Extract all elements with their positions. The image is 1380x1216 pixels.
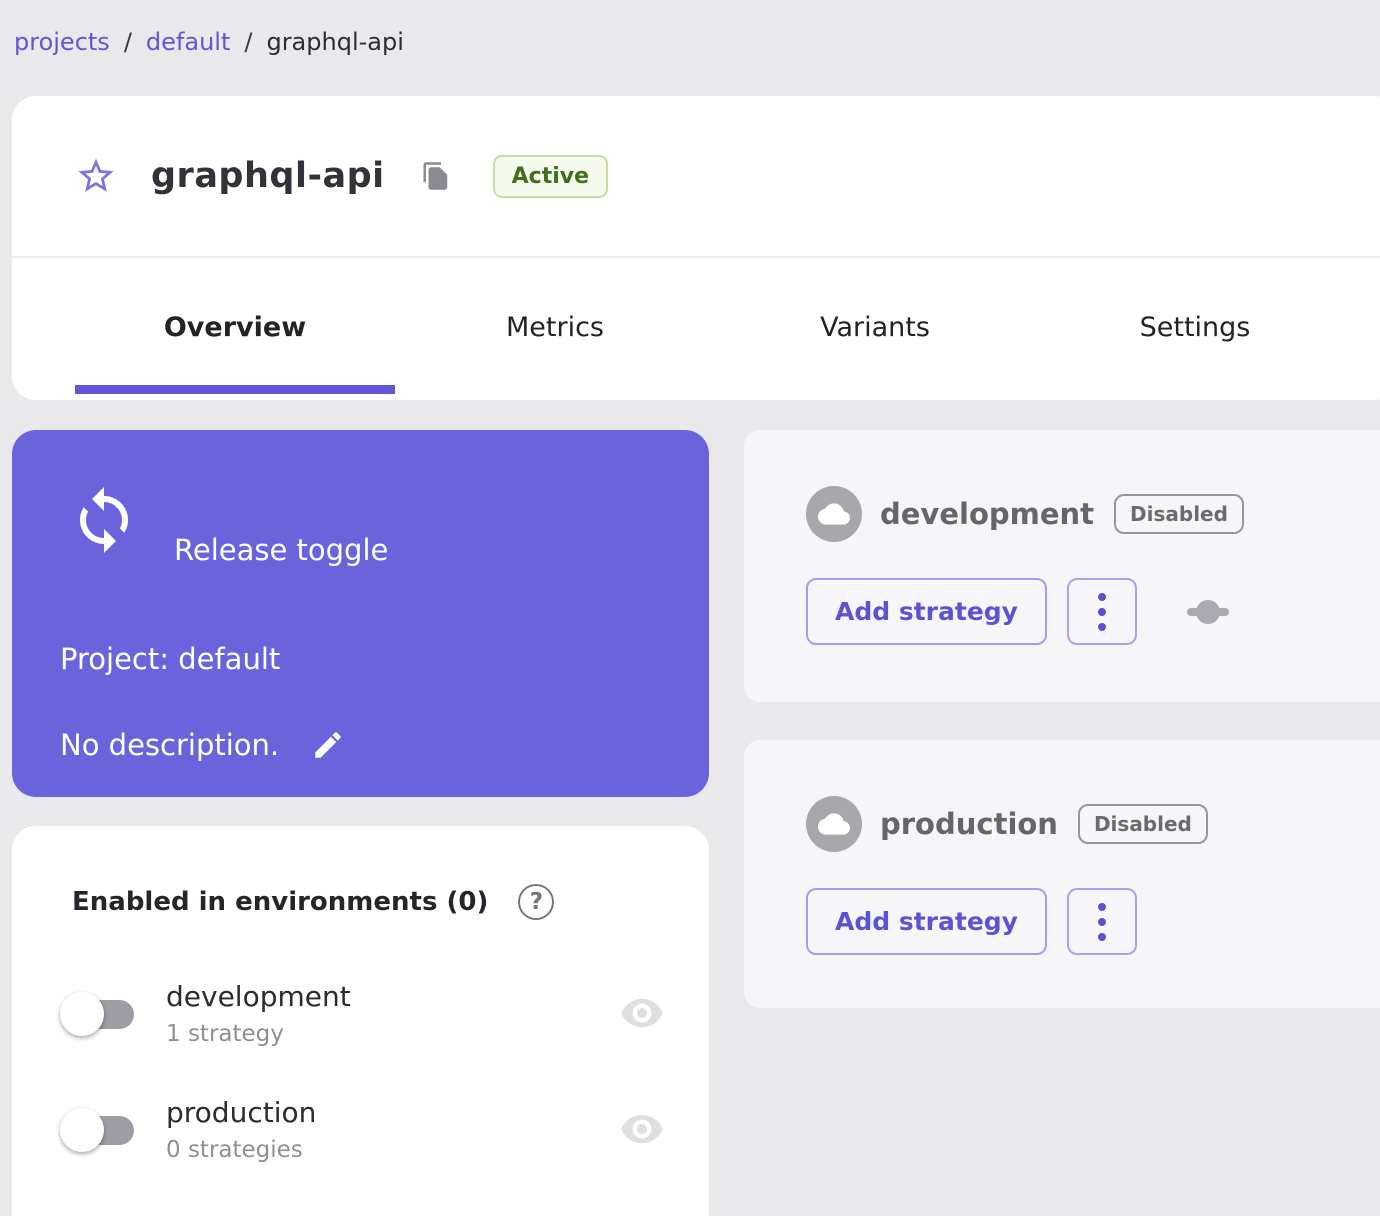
environment-card-development: development Disabled Add strategy	[744, 430, 1380, 702]
feature-title-row: graphql-api Active	[12, 96, 1380, 258]
tab-bar: Overview Metrics Variants Settings	[75, 258, 1355, 396]
development-toggle[interactable]	[60, 990, 144, 1038]
environment-name: production	[166, 1096, 317, 1129]
cloud-environment-icon	[806, 796, 862, 852]
feature-type-label: Release toggle	[174, 533, 389, 567]
release-toggle-loop-icon	[68, 484, 140, 560]
active-tab-indicator	[75, 385, 395, 394]
more-options-kebab-button[interactable]	[1066, 578, 1137, 645]
enabled-environments-title: Enabled in environments (0)	[72, 887, 489, 917]
environment-row-production: production 0 strategies	[60, 1096, 665, 1163]
breadcrumb-projects-link[interactable]: projects	[14, 28, 110, 56]
environment-card-name: production	[880, 807, 1058, 841]
environment-status-badge: Disabled	[1114, 494, 1244, 534]
breadcrumb-separator: /	[123, 28, 132, 56]
environment-strategy-count: 1 strategy	[166, 1021, 284, 1047]
copy-name-icon[interactable]	[421, 161, 451, 191]
breadcrumb-current: graphql-api	[266, 28, 404, 56]
cloud-environment-icon	[806, 486, 862, 542]
more-options-kebab-button[interactable]	[1066, 888, 1137, 955]
visibility-eye-icon[interactable]	[619, 997, 665, 1031]
add-strategy-button[interactable]: Add strategy	[806, 888, 1047, 955]
feature-project-label: Project: default	[60, 642, 281, 676]
tab-overview[interactable]: Overview	[75, 258, 395, 396]
tab-variants[interactable]: Variants	[715, 258, 1035, 396]
environment-row-development: development 1 strategy	[60, 980, 665, 1047]
add-strategy-button[interactable]: Add strategy	[806, 578, 1047, 645]
environment-name: development	[166, 980, 351, 1013]
environment-status-badge: Disabled	[1077, 804, 1208, 844]
breadcrumb: projects / default / graphql-api	[14, 28, 404, 56]
help-icon[interactable]: ?	[518, 884, 555, 920]
feature-header-card: graphql-api Active Overview Metrics Vari…	[12, 96, 1380, 400]
edit-description-icon[interactable]	[311, 728, 345, 762]
breadcrumb-default-link[interactable]: default	[146, 28, 230, 56]
enabled-environments-panel: Enabled in environments (0) ? developmen…	[12, 826, 709, 1216]
favorite-star-icon[interactable]	[75, 155, 117, 197]
environment-card-production: production Disabled Add strategy	[744, 740, 1380, 1008]
feature-description: No description.	[60, 728, 280, 762]
rollout-slider-icon	[1185, 599, 1231, 625]
production-toggle[interactable]	[60, 1106, 144, 1154]
visibility-eye-icon[interactable]	[619, 1113, 665, 1147]
environment-strategy-count: 0 strategies	[166, 1137, 303, 1163]
breadcrumb-separator: /	[244, 28, 253, 56]
tab-metrics[interactable]: Metrics	[395, 258, 715, 396]
feature-summary-card: Release toggle Project: default No descr…	[12, 430, 709, 797]
status-badge: Active	[492, 154, 609, 198]
tab-settings[interactable]: Settings	[1035, 258, 1355, 396]
page-title: graphql-api	[151, 156, 385, 196]
environment-card-name: development	[880, 497, 1095, 531]
